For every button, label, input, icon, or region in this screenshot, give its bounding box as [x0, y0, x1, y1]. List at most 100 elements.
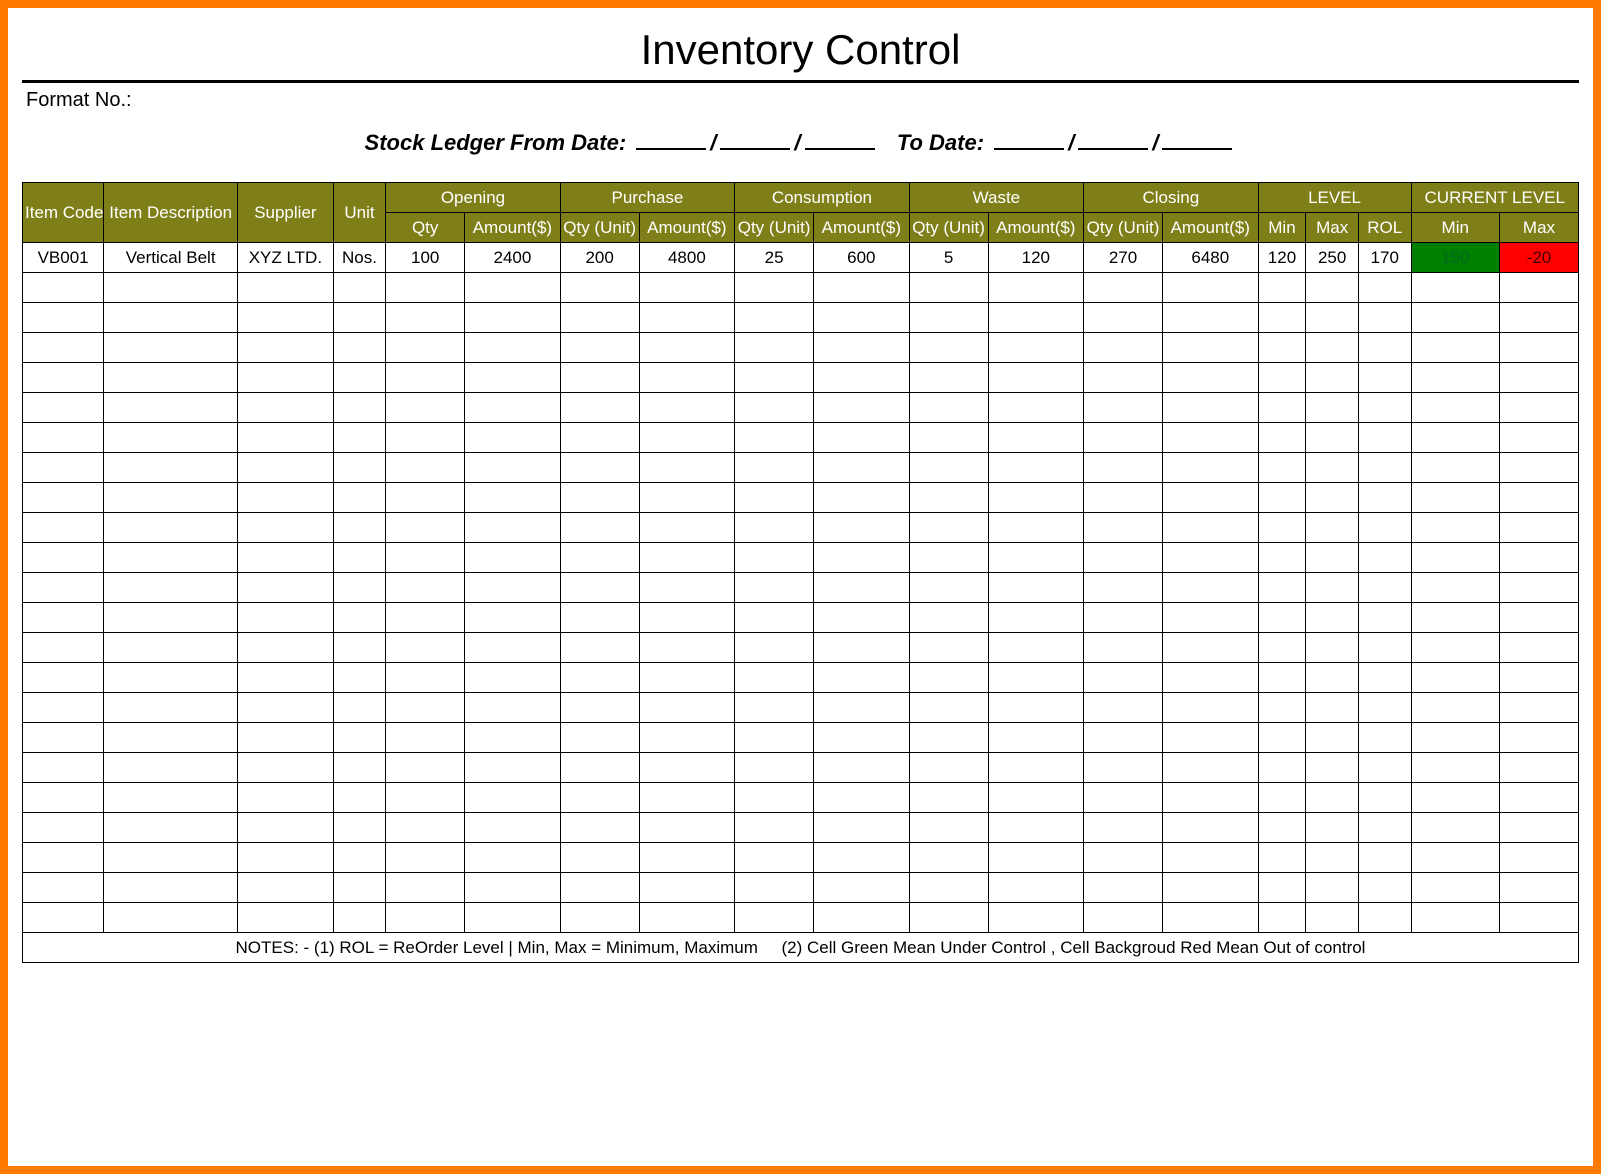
- cell-empty[interactable]: [1499, 663, 1578, 693]
- cell-empty[interactable]: [735, 513, 814, 543]
- cell-empty[interactable]: [1411, 513, 1499, 543]
- cell-empty[interactable]: [988, 483, 1084, 513]
- cell-lvl_max[interactable]: 250: [1306, 243, 1359, 273]
- cell-empty[interactable]: [735, 393, 814, 423]
- cell-empty[interactable]: [104, 513, 238, 543]
- cell-empty[interactable]: [238, 573, 334, 603]
- cell-empty[interactable]: [386, 633, 465, 663]
- cell-empty[interactable]: [104, 423, 238, 453]
- cell-empty[interactable]: [814, 813, 910, 843]
- cell-empty[interactable]: [1499, 333, 1578, 363]
- cell-empty[interactable]: [988, 543, 1084, 573]
- cell-empty[interactable]: [386, 333, 465, 363]
- cell-empty[interactable]: [814, 663, 910, 693]
- cell-empty[interactable]: [238, 453, 334, 483]
- cell-waste_amt[interactable]: 120: [988, 243, 1084, 273]
- cell-empty[interactable]: [639, 453, 735, 483]
- cell-empty[interactable]: [639, 903, 735, 933]
- cell-empty[interactable]: [386, 753, 465, 783]
- cell-empty[interactable]: [639, 273, 735, 303]
- cell-empty[interactable]: [735, 723, 814, 753]
- cell-open_qty[interactable]: 100: [386, 243, 465, 273]
- cell-empty[interactable]: [238, 393, 334, 423]
- cell-empty[interactable]: [1358, 663, 1411, 693]
- cell-empty[interactable]: [104, 573, 238, 603]
- cell-empty[interactable]: [333, 543, 386, 573]
- cell-empty[interactable]: [386, 813, 465, 843]
- cell-empty[interactable]: [465, 603, 561, 633]
- from-date-year[interactable]: [805, 130, 875, 150]
- cell-empty[interactable]: [735, 753, 814, 783]
- cell-empty[interactable]: [560, 393, 639, 423]
- cell-empty[interactable]: [1306, 603, 1359, 633]
- cell-empty[interactable]: [988, 843, 1084, 873]
- cell-empty[interactable]: [386, 873, 465, 903]
- cell-empty[interactable]: [1306, 483, 1359, 513]
- cell-empty[interactable]: [333, 783, 386, 813]
- cell-empty[interactable]: [1084, 663, 1163, 693]
- cell-empty[interactable]: [465, 813, 561, 843]
- cell-empty[interactable]: [1306, 453, 1359, 483]
- cell-empty[interactable]: [386, 543, 465, 573]
- cell-empty[interactable]: [465, 513, 561, 543]
- cell-empty[interactable]: [909, 483, 988, 513]
- cell-empty[interactable]: [104, 783, 238, 813]
- cell-supplier[interactable]: XYZ LTD.: [238, 243, 334, 273]
- cell-empty[interactable]: [735, 783, 814, 813]
- cell-empty[interactable]: [23, 753, 104, 783]
- cell-con_amt[interactable]: 600: [814, 243, 910, 273]
- cell-empty[interactable]: [23, 273, 104, 303]
- cell-empty[interactable]: [1358, 363, 1411, 393]
- cell-empty[interactable]: [1358, 783, 1411, 813]
- cell-empty[interactable]: [1499, 483, 1578, 513]
- cell-empty[interactable]: [333, 873, 386, 903]
- cell-empty[interactable]: [465, 483, 561, 513]
- cell-empty[interactable]: [386, 393, 465, 423]
- cell-empty[interactable]: [1162, 543, 1258, 573]
- cell-empty[interactable]: [104, 453, 238, 483]
- cell-empty[interactable]: [1411, 363, 1499, 393]
- cell-close_qty[interactable]: 270: [1084, 243, 1163, 273]
- to-date-month[interactable]: [1078, 130, 1148, 150]
- cell-empty[interactable]: [909, 333, 988, 363]
- cell-unit[interactable]: Nos.: [333, 243, 386, 273]
- cell-empty[interactable]: [560, 783, 639, 813]
- cell-empty[interactable]: [814, 303, 910, 333]
- cell-empty[interactable]: [814, 363, 910, 393]
- cell-empty[interactable]: [1358, 333, 1411, 363]
- cell-empty[interactable]: [1162, 693, 1258, 723]
- cell-empty[interactable]: [1306, 513, 1359, 543]
- cell-empty[interactable]: [909, 903, 988, 933]
- cell-empty[interactable]: [1162, 453, 1258, 483]
- cell-empty[interactable]: [333, 513, 386, 543]
- cell-empty[interactable]: [814, 903, 910, 933]
- cell-empty[interactable]: [1358, 303, 1411, 333]
- cell-empty[interactable]: [560, 333, 639, 363]
- cell-empty[interactable]: [1084, 903, 1163, 933]
- cell-empty[interactable]: [1411, 843, 1499, 873]
- cell-empty[interactable]: [814, 273, 910, 303]
- cell-empty[interactable]: [386, 483, 465, 513]
- cell-empty[interactable]: [909, 393, 988, 423]
- cell-empty[interactable]: [639, 783, 735, 813]
- cell-empty[interactable]: [1258, 753, 1306, 783]
- cell-empty[interactable]: [104, 603, 238, 633]
- cell-empty[interactable]: [333, 453, 386, 483]
- cell-empty[interactable]: [909, 843, 988, 873]
- cell-empty[interactable]: [23, 783, 104, 813]
- cell-empty[interactable]: [465, 393, 561, 423]
- cell-empty[interactable]: [1411, 303, 1499, 333]
- cell-empty[interactable]: [735, 693, 814, 723]
- cell-empty[interactable]: [814, 513, 910, 543]
- cell-empty[interactable]: [1306, 663, 1359, 693]
- cell-empty[interactable]: [735, 483, 814, 513]
- cell-empty[interactable]: [1084, 363, 1163, 393]
- cell-cur_max[interactable]: -20: [1499, 243, 1578, 273]
- cell-empty[interactable]: [104, 393, 238, 423]
- cell-close_amt[interactable]: 6480: [1162, 243, 1258, 273]
- cell-empty[interactable]: [814, 483, 910, 513]
- cell-empty[interactable]: [1358, 873, 1411, 903]
- cell-empty[interactable]: [735, 663, 814, 693]
- cell-empty[interactable]: [1358, 483, 1411, 513]
- cell-empty[interactable]: [104, 273, 238, 303]
